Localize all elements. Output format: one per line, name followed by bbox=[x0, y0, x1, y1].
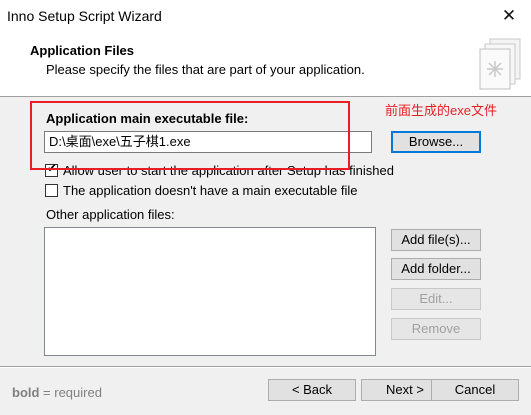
allow-start-option[interactable]: ✔ Allow user to start the application af… bbox=[45, 161, 394, 179]
required-note: bold = required bbox=[12, 385, 102, 400]
edit-button[interactable]: Edit... bbox=[391, 288, 481, 310]
no-main-exe-option[interactable]: The application doesn't have a main exec… bbox=[45, 181, 357, 199]
no-main-exe-checkbox[interactable] bbox=[45, 183, 58, 197]
wizard-header: Application Files Please specify the fil… bbox=[0, 33, 531, 97]
add-files-button[interactable]: Add file(s)... bbox=[391, 229, 481, 251]
main-exe-label: Application main executable file: bbox=[46, 111, 249, 126]
page-title: Application Files bbox=[30, 43, 135, 58]
main-exe-field[interactable]: D:\桌面\exe\五子棋1.exe bbox=[44, 131, 372, 153]
required-note-rest: = required bbox=[39, 385, 102, 400]
bold-word: bold bbox=[12, 385, 40, 400]
page-subtitle: Please specify the files that are part o… bbox=[46, 62, 365, 77]
annotation-label: 前面生成的exe文件 bbox=[385, 103, 497, 118]
allow-start-label: Allow user to start the application afte… bbox=[63, 162, 394, 178]
other-files-list[interactable] bbox=[44, 227, 376, 356]
window-title: Inno Setup Script Wizard bbox=[7, 8, 162, 24]
back-button[interactable]: < Back bbox=[268, 379, 356, 401]
footer-divider bbox=[0, 366, 531, 368]
close-icon[interactable]: ✕ bbox=[492, 3, 526, 29]
title-bar: Inno Setup Script Wizard ✕ bbox=[0, 0, 531, 33]
cancel-button[interactable]: Cancel bbox=[431, 379, 519, 401]
document-stack-icon bbox=[479, 38, 521, 90]
no-main-exe-label: The application doesn't have a main exec… bbox=[63, 182, 358, 198]
remove-button[interactable]: Remove bbox=[391, 318, 481, 340]
checkmark-icon: ✔ bbox=[47, 160, 58, 175]
other-files-label: Other application files: bbox=[46, 207, 175, 222]
add-folder-button[interactable]: Add folder... bbox=[391, 258, 481, 280]
browse-button[interactable]: Browse... bbox=[391, 131, 481, 153]
allow-start-checkbox[interactable]: ✔ bbox=[45, 160, 58, 177]
